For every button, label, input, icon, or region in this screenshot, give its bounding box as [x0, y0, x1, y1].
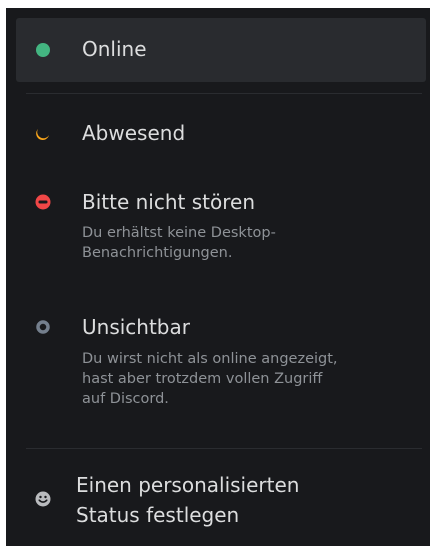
status-option-invisible[interactable]: Unsichtbar Du wirst nicht als online ang… [16, 301, 426, 441]
custom-status-line: Einen personalisierten [76, 473, 300, 497]
status-option-label: Online [82, 37, 147, 61]
status-option-description: Du wirst nicht als online angezeigt, has… [82, 349, 422, 409]
status-option-online[interactable]: Online [16, 18, 426, 82]
do-not-disturb-icon [34, 193, 52, 215]
separator [26, 448, 422, 449]
custom-status-line: Status festlegen [76, 503, 240, 527]
status-option-label: Bitte nicht stören [82, 190, 255, 214]
description-line: Benachrichtigungen. [82, 245, 233, 261]
online-dot-icon [34, 41, 52, 63]
description-line: Du erhältst keine Desktop- [82, 225, 276, 241]
status-option-label: Unsichtbar [82, 315, 190, 339]
custom-status-label: Einen personalisierten Status festlegen [76, 470, 299, 530]
smiley-icon [34, 490, 52, 512]
invisible-ring-icon [34, 318, 52, 340]
moon-icon [34, 124, 52, 146]
status-menu: Online Abwesend Bitte nicht stören Du er… [6, 8, 430, 546]
description-line: hast aber trotzdem vollen Zugriff [82, 371, 323, 387]
description-line: auf Discord. [82, 391, 169, 407]
status-option-description: Du erhältst keine Desktop- Benachrichtig… [82, 223, 422, 263]
description-line: Du wirst nicht als online angezeigt, [82, 351, 338, 367]
status-option-idle[interactable]: Abwesend [16, 106, 426, 160]
status-option-dnd[interactable]: Bitte nicht stören Du erhältst keine Des… [16, 176, 426, 288]
set-custom-status-button[interactable]: Einen personalisierten Status festlegen [16, 460, 426, 540]
separator [26, 93, 422, 94]
status-option-label: Abwesend [82, 121, 186, 145]
